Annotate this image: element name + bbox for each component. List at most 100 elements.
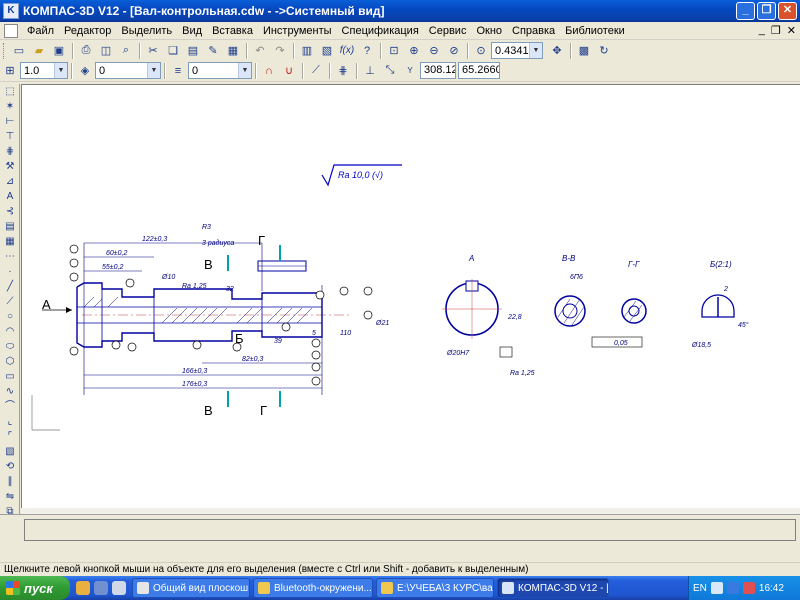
cursor-mode-icon[interactable]: ⤡ <box>381 62 399 80</box>
contour-icon[interactable]: ⌒ <box>2 400 18 414</box>
print-icon[interactable]: ⎙ <box>77 42 95 60</box>
doc-minimize-icon[interactable]: _ <box>759 24 765 37</box>
rectangle-icon[interactable]: ▭ <box>2 370 18 384</box>
close-button[interactable]: ✕ <box>778 2 797 20</box>
select-set-icon[interactable]: A <box>2 190 18 204</box>
local-cs-icon[interactable]: ⊥ <box>361 62 379 80</box>
bluetooth-icon[interactable] <box>726 582 739 594</box>
arc-icon[interactable]: ◠ <box>2 325 18 339</box>
variables-icon[interactable]: f(x) <box>338 42 356 60</box>
spline-icon[interactable]: ∿ <box>2 385 18 399</box>
document-icon[interactable] <box>4 23 18 38</box>
coord-y-field[interactable]: 65.2660 <box>458 62 500 79</box>
menu-file[interactable]: Файл <box>22 25 59 37</box>
param-tool-icon[interactable]: ⚒ <box>2 160 18 174</box>
point-tool-icon[interactable]: ✶ <box>2 100 18 114</box>
menu-insert[interactable]: Вставка <box>207 25 258 37</box>
dimension-tool-icon[interactable]: ⊢ <box>2 115 18 129</box>
line-width-combo[interactable]: 1.0 ▼ <box>20 62 68 79</box>
hatch-icon[interactable]: ▧ <box>2 445 18 459</box>
auxiliary-line-icon[interactable]: ╱ <box>2 280 18 294</box>
manager-icon[interactable]: ▥ <box>298 42 316 60</box>
layers-icon[interactable]: ◈ <box>76 62 94 80</box>
task-button[interactable]: E:\УЧЕБА\3 КУРС\ва... <box>376 578 494 598</box>
collect-contour-icon[interactable]: ⟲ <box>2 460 18 474</box>
polygon-icon[interactable]: ⬡ <box>2 355 18 369</box>
menu-select[interactable]: Выделить <box>116 25 177 37</box>
paste-icon[interactable]: ▤ <box>184 42 202 60</box>
menu-edit[interactable]: Редактор <box>59 25 116 37</box>
coord-axes-icon[interactable]: Y <box>401 62 419 80</box>
cut-icon[interactable]: ✂ <box>144 42 162 60</box>
refresh-view-icon[interactable]: ▩ <box>575 42 593 60</box>
tray-icon[interactable] <box>742 582 755 594</box>
zoom-frame-icon[interactable]: ⊡ <box>385 42 403 60</box>
point-icon[interactable]: · <box>2 265 18 279</box>
task-button[interactable]: КОМПАС-3D V12 - [В... <box>497 578 609 598</box>
pan-icon[interactable]: ✥ <box>548 42 566 60</box>
menu-libraries[interactable]: Библиотеки <box>560 25 630 37</box>
start-button[interactable]: пуск <box>0 576 70 600</box>
preview-icon[interactable]: ◫ <box>97 42 115 60</box>
fillet-icon[interactable]: ⌞ <box>2 415 18 429</box>
zoom-out-icon[interactable]: ⊖ <box>425 42 443 60</box>
associative-view-icon[interactable]: ⊰ <box>2 205 18 219</box>
mirror-icon[interactable]: ⇋ <box>2 490 18 504</box>
menu-help[interactable]: Справка <box>507 25 560 37</box>
spec-tool-icon[interactable]: ▤ <box>2 220 18 234</box>
rebuild-icon[interactable]: ↻ <box>595 42 613 60</box>
search-doc-icon[interactable]: ⌕ <box>117 42 135 60</box>
quicklaunch-icon[interactable] <box>112 581 126 595</box>
designation-tool-icon[interactable]: ⊤ <box>2 130 18 144</box>
task-button[interactable]: Bluetooth-окружени... <box>253 578 373 598</box>
snap-magnet-icon[interactable]: ∩ <box>260 62 278 80</box>
select-tool-icon[interactable]: ⬚ <box>2 85 18 99</box>
menu-service[interactable]: Сервис <box>424 25 472 37</box>
redo-icon[interactable]: ↷ <box>271 42 289 60</box>
drawing-canvas[interactable]: Ra 10,0 (√) 122±0,3 60±0,2 55±0,2 Ø10 Ra… <box>21 84 800 512</box>
language-indicator[interactable]: EN <box>693 583 707 594</box>
menu-specification[interactable]: Спецификация <box>337 25 424 37</box>
circle-icon[interactable]: ○ <box>2 310 18 324</box>
doc-restore-icon[interactable]: ❐ <box>771 24 781 37</box>
chamfer-icon[interactable]: ⌜ <box>2 430 18 444</box>
zoom-all-icon[interactable]: ⊘ <box>445 42 463 60</box>
task-button[interactable]: Общий вид плоскош... <box>132 578 250 598</box>
view-combo[interactable]: 0 ▼ <box>95 62 161 79</box>
chevron-down-icon[interactable]: ▼ <box>529 43 542 58</box>
quicklaunch-icon[interactable] <box>76 581 90 595</box>
menu-window[interactable]: Окно <box>471 25 507 37</box>
doc-close-icon[interactable]: ✕ <box>787 24 796 37</box>
zoom-combo[interactable]: 0.4341 ▼ <box>491 42 543 59</box>
open-icon[interactable]: ▰ <box>30 42 48 60</box>
ortho-icon[interactable]: ⟋ <box>307 62 325 80</box>
maximize-button[interactable]: ❐ <box>757 2 776 20</box>
minimize-button[interactable]: _ <box>736 2 755 20</box>
save-icon[interactable]: ▣ <box>50 42 68 60</box>
equidistant-icon[interactable]: ∥ <box>2 475 18 489</box>
new-document-icon[interactable]: ▭ <box>10 42 28 60</box>
properties-icon[interactable]: ▦ <box>224 42 242 60</box>
menu-tools[interactable]: Инструменты <box>258 25 337 37</box>
report-tool-icon[interactable]: ▦ <box>2 235 18 249</box>
zoom-scale-icon[interactable]: ⊙ <box>472 42 490 60</box>
copy-icon[interactable]: ❏ <box>164 42 182 60</box>
edit-tool-icon[interactable]: ⋕ <box>2 145 18 159</box>
tray-icon[interactable] <box>710 582 723 594</box>
menu-view[interactable]: Вид <box>177 25 207 37</box>
library-icon[interactable]: ▧ <box>318 42 336 60</box>
quicklaunch-icon[interactable] <box>94 581 108 595</box>
ellipse-icon[interactable]: ⬭ <box>2 340 18 354</box>
layer-combo[interactable]: 0 ▼ <box>188 62 252 79</box>
layer-state-icon[interactable]: ≡ <box>169 62 187 80</box>
measure-tool-icon[interactable]: ⊿ <box>2 175 18 189</box>
coord-x-field[interactable]: 308.124 <box>420 62 456 79</box>
help-pointer-icon[interactable]: ? <box>358 42 376 60</box>
format-brush-icon[interactable]: ✎ <box>204 42 222 60</box>
chevron-down-icon[interactable]: ▼ <box>54 63 67 78</box>
grid-icon[interactable]: ⋕ <box>334 62 352 80</box>
chevron-down-icon[interactable]: ▼ <box>147 63 160 78</box>
chevron-down-icon[interactable]: ▼ <box>238 63 251 78</box>
line-width-icon[interactable]: ⊞ <box>1 62 19 80</box>
segment-icon[interactable]: ⟋ <box>2 295 18 309</box>
